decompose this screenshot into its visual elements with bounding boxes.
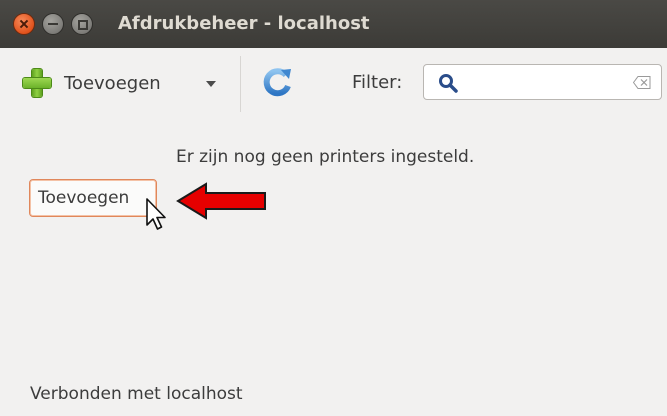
empty-printers-message: Er zijn nog geen printers ingesteld.	[176, 147, 475, 167]
clear-icon[interactable]	[633, 76, 651, 89]
search-icon	[439, 74, 458, 93]
toolbar: Toevoegen Filter:	[0, 48, 667, 120]
close-window-button[interactable]	[13, 13, 35, 35]
plus-icon	[22, 68, 52, 98]
add-printer-button[interactable]: Toevoegen	[29, 179, 157, 217]
title-bar[interactable]: Afdrukbeheer - localhost	[0, 0, 667, 48]
toolbar-add-label: Toevoegen	[64, 72, 161, 94]
minimize-window-button[interactable]	[42, 13, 64, 35]
filter-field[interactable]	[423, 64, 662, 100]
toolbar-add-button[interactable]: Toevoegen	[22, 68, 161, 98]
toolbar-separator	[240, 56, 241, 112]
refresh-icon[interactable]	[262, 66, 294, 98]
filter-input[interactable]	[468, 69, 622, 97]
filter-label: Filter:	[352, 72, 403, 93]
red-arrow-icon	[176, 182, 266, 220]
window-title: Afdrukbeheer - localhost	[118, 13, 370, 34]
connection-status: Verbonden met localhost	[30, 384, 243, 404]
maximize-window-button[interactable]	[71, 13, 93, 35]
chevron-down-icon[interactable]	[206, 81, 216, 87]
cursor-icon	[146, 198, 166, 230]
print-manager-window: Afdrukbeheer - localhost Toevoegen Filte…	[0, 0, 667, 416]
